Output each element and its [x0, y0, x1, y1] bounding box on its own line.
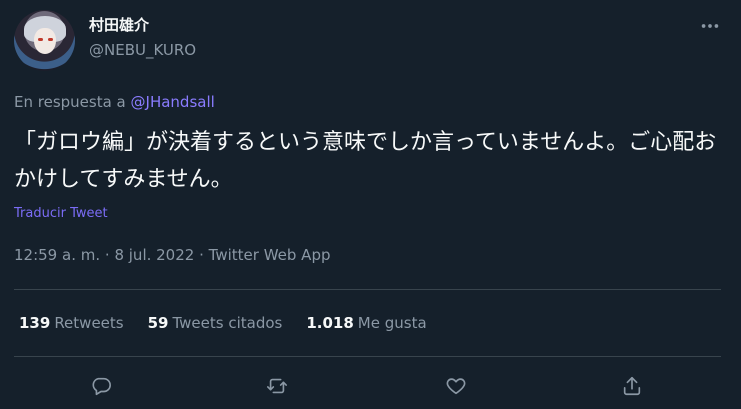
tweet-stats: 139 Retweets 59 Tweets citados 1.018 Me …	[19, 314, 451, 332]
avatar-eye-right	[48, 38, 53, 41]
tweet-detail: 村田雄介 @NEBU_KURO En respuesta a @JHandsal…	[0, 0, 741, 409]
retweets-count: 139	[19, 314, 51, 332]
divider	[14, 356, 721, 357]
likes-stat[interactable]: 1.018 Me gusta	[306, 314, 426, 332]
retweets-label: Retweets	[54, 314, 124, 332]
meta-separator: ·	[199, 246, 204, 264]
reply-button[interactable]	[83, 368, 119, 404]
likes-label: Me gusta	[357, 314, 427, 332]
more-options-button[interactable]	[692, 12, 728, 40]
more-icon	[701, 24, 719, 28]
share-icon	[623, 376, 641, 396]
reply-mention-link[interactable]: @JHandsall	[131, 93, 215, 111]
avatar-eye-left	[38, 38, 43, 41]
retweets-stat[interactable]: 139 Retweets	[19, 314, 124, 332]
reply-prefix: En respuesta a	[14, 93, 126, 111]
quotes-label: Tweets citados	[172, 314, 283, 332]
avatar-face	[34, 28, 56, 54]
tweet-source[interactable]: Twitter Web App	[209, 246, 331, 264]
retweet-button[interactable]	[259, 368, 295, 404]
retweet-icon	[267, 378, 287, 394]
reply-context: En respuesta a @JHandsall	[14, 93, 215, 111]
author-display-name[interactable]: 村田雄介	[89, 14, 149, 35]
author-handle[interactable]: @NEBU_KURO	[89, 41, 196, 59]
tweet-time[interactable]: 12:59 a. m.	[14, 246, 100, 264]
tweet-meta: 12:59 a. m. · 8 jul. 2022 · Twitter Web …	[14, 246, 331, 264]
like-button[interactable]	[438, 368, 474, 404]
quotes-count: 59	[147, 314, 169, 332]
like-icon	[446, 378, 466, 395]
divider	[14, 289, 721, 290]
share-button[interactable]	[614, 368, 650, 404]
likes-count: 1.018	[306, 314, 354, 332]
avatar[interactable]	[14, 10, 75, 71]
tweet-date[interactable]: 8 jul. 2022	[114, 246, 194, 264]
reply-icon	[92, 377, 111, 396]
tweet-text: 「ガロウ編」が決着するという意味でしか言っていませんよ。ご心配おかけしてすみませ…	[14, 130, 717, 192]
quote-tweets-stat[interactable]: 59 Tweets citados	[148, 314, 283, 332]
translate-tweet-link[interactable]: Traducir Tweet	[14, 206, 108, 221]
meta-separator: ·	[104, 246, 110, 264]
